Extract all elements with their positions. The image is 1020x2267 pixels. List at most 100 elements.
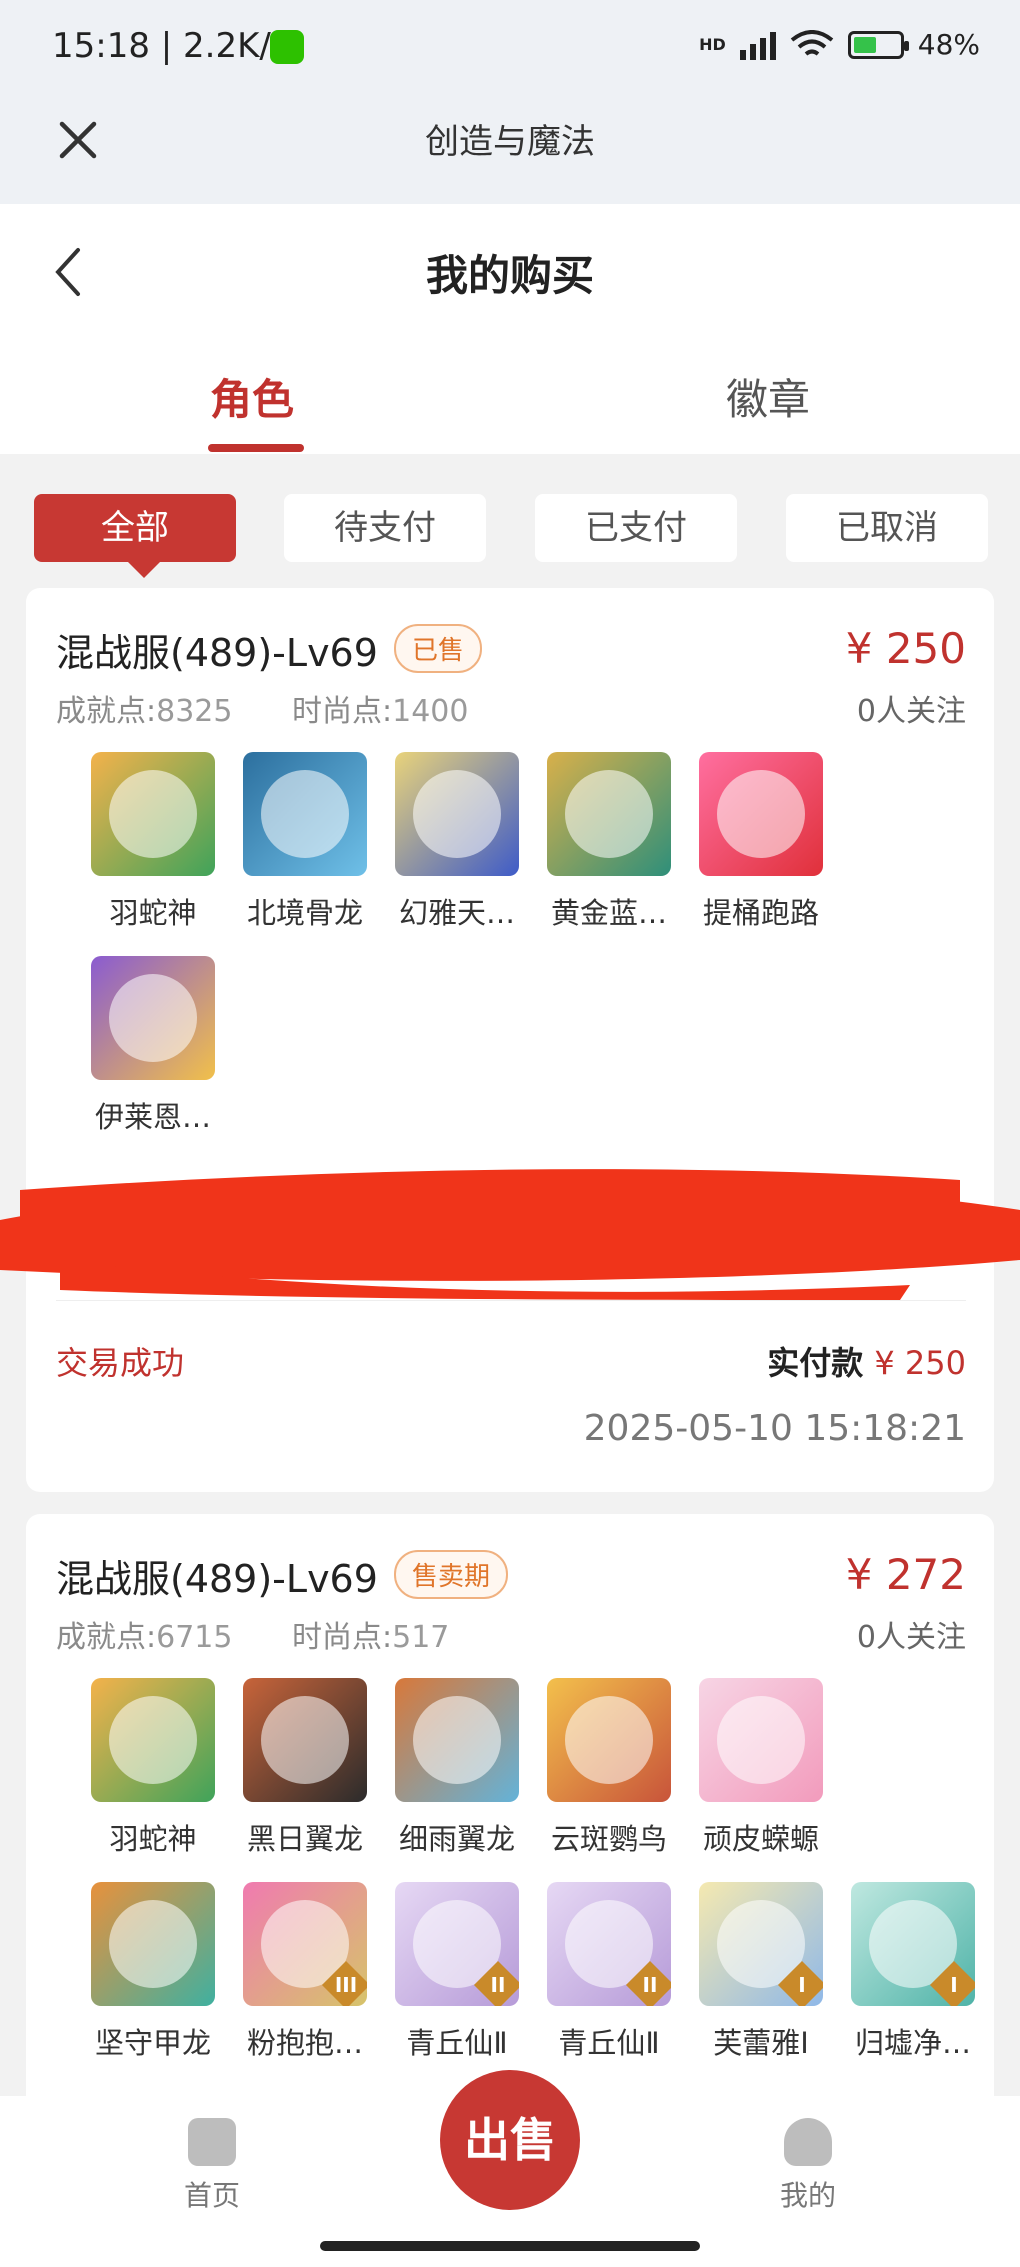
item-thumbnail	[91, 752, 215, 876]
item-name: 云斑鹦鸟	[550, 1822, 667, 1856]
fashion-value: 1400	[392, 694, 469, 729]
tier-badge: II	[625, 1960, 671, 2006]
status-time: 15:18 | 2.2K/s	[52, 26, 289, 66]
item-name: 伊莱恩…	[94, 1100, 211, 1134]
paid-value: ¥ 250	[874, 1344, 966, 1382]
order-datetime: 2025-05-10 15:18:21	[583, 1408, 966, 1449]
sell-button[interactable]: 出售	[440, 2070, 580, 2210]
item-tile[interactable]: 羽蛇神	[78, 1678, 228, 1858]
nav-home[interactable]: 首页	[152, 2118, 272, 2214]
item-tile[interactable]: 坚守甲龙	[78, 1882, 228, 2062]
item-tile[interactable]: 云斑鹦鸟	[534, 1678, 684, 1858]
item-thumbnail	[91, 1882, 215, 2006]
order-stats: 成就点:6715 时尚点:517	[56, 1612, 449, 1656]
item-tile[interactable]: 伊莱恩…	[78, 956, 228, 1136]
achievement-label: 成就点:	[56, 694, 157, 729]
filter-paid[interactable]: 已支付	[535, 494, 737, 562]
item-thumbnail: II	[395, 1882, 519, 2006]
item-thumbnail	[547, 1678, 671, 1802]
tab-role[interactable]: 角色	[210, 366, 294, 427]
item-tile[interactable]: I 归墟净…	[838, 1882, 988, 2062]
watchers-count: 0人关注	[856, 1620, 966, 1655]
user-icon	[784, 2118, 832, 2166]
item-name: 归墟净…	[854, 2026, 971, 2060]
paid-label: 实付款	[767, 1344, 864, 1382]
divider	[56, 1300, 966, 1301]
filter-cancelled[interactable]: 已取消	[786, 494, 988, 562]
order-price: ¥ 272	[845, 1550, 966, 1599]
item-name: 粉抱抱…	[246, 2026, 363, 2060]
fashion-label: 时尚点:	[292, 694, 393, 729]
item-tile[interactable]: 顽皮蝾螈	[686, 1678, 836, 1858]
tier-badge: III	[321, 1960, 367, 2006]
redaction-scribble	[0, 1169, 1020, 1300]
page-header: 我的购买 角色 徽章	[0, 204, 1020, 454]
wifi-icon	[790, 29, 834, 56]
network-label: HD	[699, 35, 726, 54]
item-name: 青丘仙Ⅱ	[558, 2026, 660, 2060]
tab-underline	[208, 444, 304, 452]
item-thumbnail	[395, 752, 519, 876]
item-thumbnail	[547, 752, 671, 876]
item-tile[interactable]: 羽蛇神	[78, 752, 228, 932]
home-icon	[188, 2118, 236, 2166]
nav-home-label: 首页	[183, 2179, 240, 2212]
item-thumbnail	[395, 1678, 519, 1802]
item-name: 羽蛇神	[109, 896, 197, 930]
item-thumbnail: I	[699, 1882, 823, 2006]
item-name: 羽蛇神	[109, 1822, 197, 1856]
tier-badge: I	[777, 1960, 823, 2006]
item-tile[interactable]: II 青丘仙Ⅱ	[382, 1882, 532, 2062]
achievement-value: 6715	[156, 1620, 233, 1655]
nav-mine-label: 我的	[779, 2179, 836, 2212]
item-thumbnail: III	[243, 1882, 367, 2006]
item-name: 北境骨龙	[246, 896, 363, 930]
item-thumbnail: II	[547, 1882, 671, 2006]
item-tile[interactable]: III 粉抱抱…	[230, 1882, 380, 2062]
item-tile[interactable]: 黄金蓝…	[534, 752, 684, 932]
item-name: 提桶跑路	[702, 896, 819, 930]
watchers-count: 0人关注	[856, 694, 966, 729]
app-bar: 创造与魔法	[0, 100, 1020, 204]
order-title: 混战服(489)-Lv69	[56, 1557, 378, 1601]
app-title: 创造与魔法	[425, 122, 595, 162]
status-badge: 已售	[394, 624, 483, 673]
order-card[interactable]: 混战服(489)-Lv69 售卖期 ¥ 272 成就点:6715 时尚点:517…	[26, 1514, 994, 2114]
status-icons: HD 48%	[699, 28, 980, 61]
item-tile[interactable]: 细雨翼龙	[382, 1678, 532, 1858]
item-tile[interactable]: II 青丘仙Ⅱ	[534, 1882, 684, 2062]
fashion-label: 时尚点:	[292, 1620, 393, 1655]
tier-badge: I	[929, 1960, 975, 2006]
item-name: 幻雅天…	[398, 896, 515, 930]
paid-amount: 实付款 ¥ 250	[767, 1338, 966, 1384]
fashion-value: 517	[392, 1620, 450, 1655]
battery-percent: 48%	[917, 28, 980, 61]
item-thumbnail	[91, 956, 215, 1080]
item-thumbnail	[91, 1678, 215, 1802]
item-tile[interactable]: I 芙蕾雅Ⅰ	[686, 1882, 836, 2062]
nav-mine[interactable]: 我的	[748, 2118, 868, 2214]
wechat-icon	[270, 30, 304, 64]
item-tile[interactable]: 提桶跑路	[686, 752, 836, 932]
item-thumbnail	[243, 1678, 367, 1802]
order-stats: 成就点:8325 时尚点:1400	[56, 686, 468, 730]
item-name: 黑日翼龙	[246, 1822, 363, 1856]
filter-all[interactable]: 全部	[34, 494, 236, 578]
item-name: 黄金蓝…	[550, 896, 667, 930]
tier-badge: II	[473, 1960, 519, 2006]
page-title: 我的购买	[425, 251, 594, 300]
item-thumbnail	[243, 752, 367, 876]
item-thumbnail	[699, 752, 823, 876]
order-price: ¥ 250	[845, 624, 966, 673]
tab-badge[interactable]: 徽章	[726, 366, 810, 427]
item-tile[interactable]: 幻雅天…	[382, 752, 532, 932]
signal-icon	[739, 30, 776, 60]
filter-pending[interactable]: 待支付	[284, 494, 486, 562]
item-name: 顽皮蝾螈	[702, 1822, 819, 1856]
bottom-nav: 首页 出售 我的	[0, 2070, 1020, 2267]
filter-bar: 全部 待支付 已支付 已取消	[34, 494, 988, 578]
item-name: 青丘仙Ⅱ	[406, 2026, 508, 2060]
item-tile[interactable]: 北境骨龙	[230, 752, 380, 932]
order-card[interactable]: 混战服(489)-Lv69 已售 ¥ 250 成就点:8325 时尚点:1400…	[26, 588, 994, 1492]
item-tile[interactable]: 黑日翼龙	[230, 1678, 380, 1858]
